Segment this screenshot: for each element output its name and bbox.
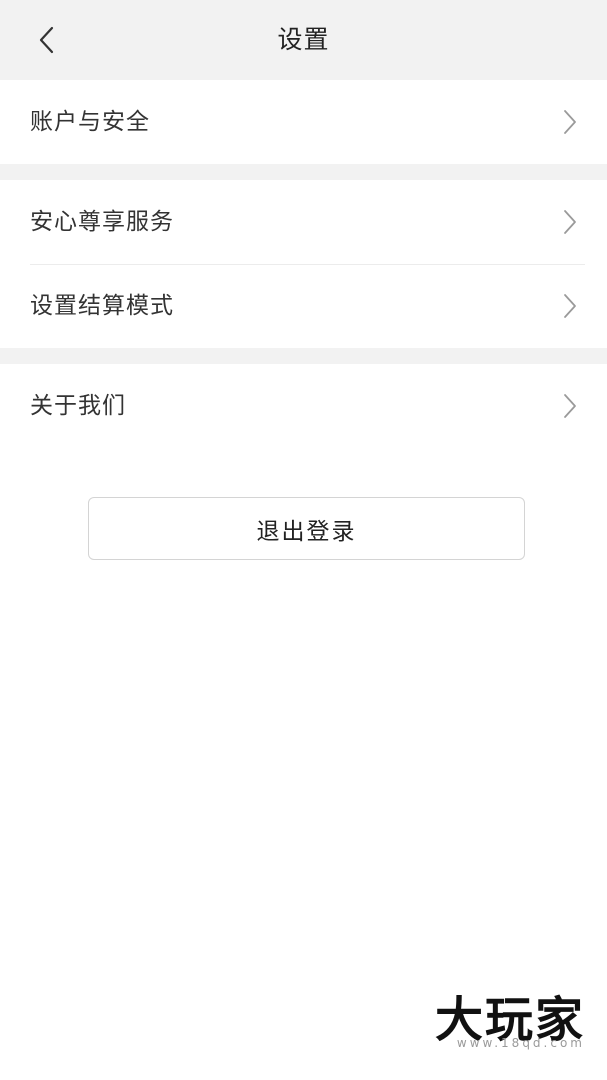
settings-item-account-security[interactable]: 账户与安全 <box>0 80 607 164</box>
settings-item-settlement-mode[interactable]: 设置结算模式 <box>0 264 607 348</box>
settings-item-about-us[interactable]: 关于我们 <box>0 364 607 448</box>
settings-section-about: 关于我们 <box>0 364 607 448</box>
page-title: 设置 <box>277 25 330 54</box>
watermark-logo: 大玩家 www.18qd.com <box>435 994 585 1050</box>
settings-item-premium-service[interactable]: 安心尊享服务 <box>0 180 607 264</box>
settings-item-label: 关于我们 <box>30 393 126 419</box>
chevron-right-icon <box>564 110 576 134</box>
settings-item-label: 账户与安全 <box>30 109 150 135</box>
chevron-right-icon <box>564 210 576 234</box>
settings-item-label: 设置结算模式 <box>30 293 174 319</box>
settings-section-services: 安心尊享服务 设置结算模式 <box>0 180 607 348</box>
chevron-right-icon <box>564 294 576 318</box>
chevron-right-icon <box>564 394 576 418</box>
watermark-sub-text: www.18qd.com <box>456 1036 585 1050</box>
settings-item-label: 安心尊享服务 <box>30 209 174 235</box>
settings-section-account: 账户与安全 <box>0 80 607 164</box>
nav-bar: 设置 <box>0 0 607 80</box>
logout-button[interactable]: 退出登录 <box>88 497 525 560</box>
section-gap <box>0 164 607 180</box>
section-gap <box>0 348 607 364</box>
